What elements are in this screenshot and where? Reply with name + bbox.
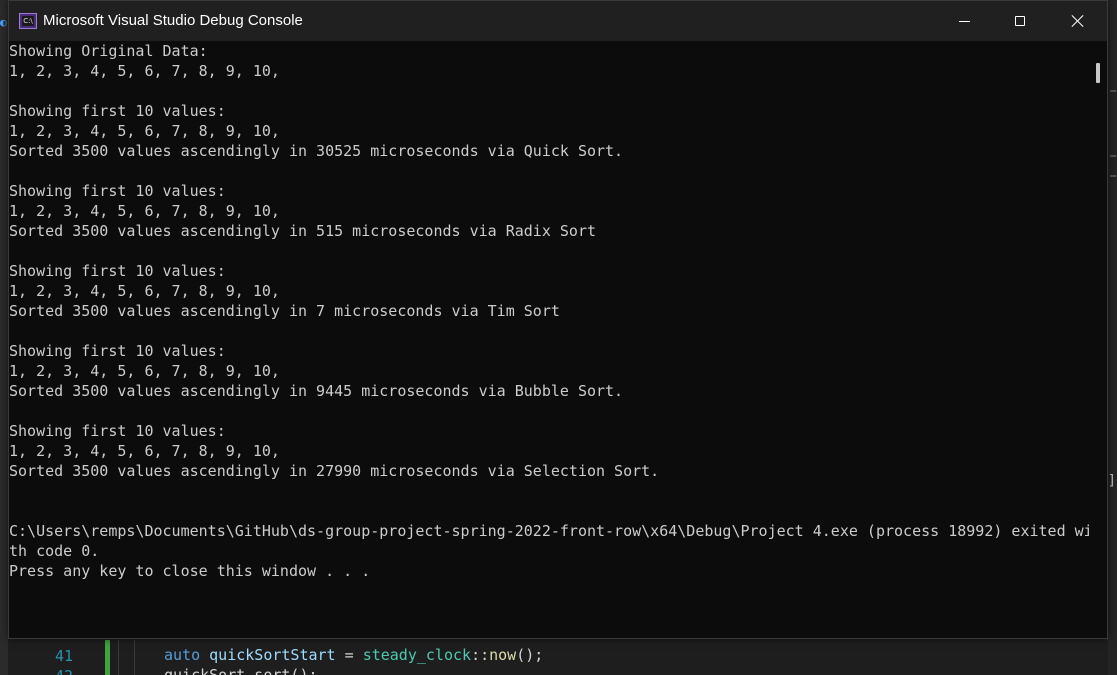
code-operator: = xyxy=(335,646,363,664)
window-title: Microsoft Visual Studio Debug Console xyxy=(43,12,303,29)
line-number-gutter: 41 42 xyxy=(8,640,98,675)
console-line: Sorted 3500 values ascendingly in 7 micr… xyxy=(9,302,560,320)
console-line: 1, 2, 3, 4, 5, 6, 7, 8, 9, 10, xyxy=(9,122,280,140)
ide-left-edge: ◐ xyxy=(0,0,8,675)
console-line: 1, 2, 3, 4, 5, 6, 7, 8, 9, 10, xyxy=(9,62,280,80)
console-scrollbar[interactable] xyxy=(1089,41,1107,638)
maximize-icon xyxy=(1015,16,1025,26)
line-number: 41 xyxy=(54,647,73,665)
close-icon xyxy=(1071,14,1085,28)
code-scope: :: xyxy=(471,646,490,664)
scrollbar-thumb[interactable] xyxy=(1096,63,1100,83)
console-line: th code 0. xyxy=(9,542,100,560)
console-output[interactable]: Showing Original Data: 1, 2, 3, 4, 5, 6,… xyxy=(9,41,1089,638)
console-app-icon-glyph: C:\ xyxy=(22,16,34,26)
code-variable: quickSortStart xyxy=(209,646,336,664)
scroll-marker xyxy=(1110,90,1116,92)
scroll-marker xyxy=(1110,175,1116,177)
console-line: Showing first 10 values: xyxy=(9,422,226,440)
console-line: Showing first 10 values: xyxy=(9,102,226,120)
console-line: Sorted 3500 values ascendingly in 9445 m… xyxy=(9,382,624,400)
code-type: steady_clock xyxy=(362,646,472,664)
ide-tab-glyph: ◐ xyxy=(0,17,7,29)
console-line: 1, 2, 3, 4, 5, 6, 7, 8, 9, 10, xyxy=(9,362,280,380)
maximize-button[interactable] xyxy=(991,1,1049,41)
console-line: C:\Users\remps\Documents\GitHub\ds-group… xyxy=(9,522,1089,540)
close-button[interactable] xyxy=(1049,1,1107,41)
console-line: Sorted 3500 values ascendingly in 30525 … xyxy=(9,142,624,160)
console-line: 1, 2, 3, 4, 5, 6, 7, 8, 9, 10, xyxy=(9,282,280,300)
indent-guide xyxy=(118,640,119,675)
console-line: Showing first 10 values: xyxy=(9,342,226,360)
console-line: Press any key to close this window . . . xyxy=(9,562,371,580)
line-number: 42 xyxy=(55,666,73,675)
code-line[interactable]: quickSort.sort(); xyxy=(164,665,318,675)
title-bar[interactable]: C:\ Microsoft Visual Studio Debug Consol… xyxy=(9,1,1107,41)
code-punctuation: (); xyxy=(516,646,544,664)
indent-guide xyxy=(134,640,135,675)
debug-console-window[interactable]: C:\ Microsoft Visual Studio Debug Consol… xyxy=(8,0,1108,639)
console-app-icon: C:\ xyxy=(19,13,37,29)
change-indicator-bar xyxy=(105,640,110,675)
console-line: Showing first 10 values: xyxy=(9,182,226,200)
console-line: 1, 2, 3, 4, 5, 6, 7, 8, 9, 10, xyxy=(9,202,280,220)
console-line: Sorted 3500 values ascendingly in 27990 … xyxy=(9,462,660,480)
ide-bracket-glyph: ] xyxy=(1107,473,1116,489)
ide-right-scrollbar[interactable]: ] xyxy=(1107,0,1117,675)
code-function: now xyxy=(489,646,517,664)
console-line: Sorted 3500 values ascendingly in 515 mi… xyxy=(9,222,596,240)
minimize-icon xyxy=(958,20,970,22)
code-keyword: auto xyxy=(164,646,201,664)
console-line: Showing first 10 values: xyxy=(9,262,226,280)
scroll-marker xyxy=(1110,155,1116,157)
console-line: 1, 2, 3, 4, 5, 6, 7, 8, 9, 10, xyxy=(9,442,280,460)
code-line[interactable]: auto quickSortStart = steady_clock::now(… xyxy=(164,645,543,665)
minimize-button[interactable] xyxy=(935,1,993,41)
ide-code-editor[interactable]: 41 42 auto quickSortStart = steady_clock… xyxy=(8,640,1108,675)
console-line: Showing Original Data: xyxy=(9,42,208,60)
